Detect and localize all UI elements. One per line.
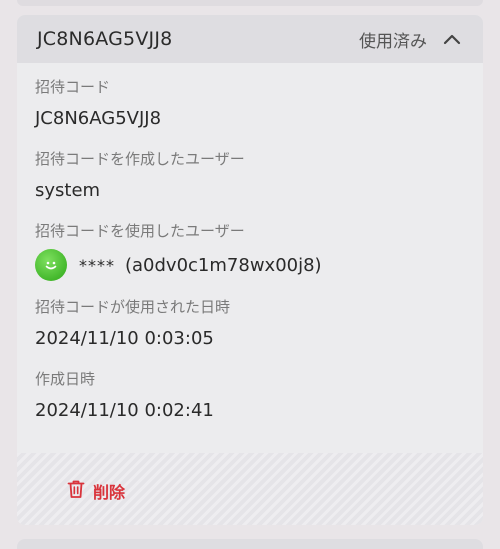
avatar [35, 249, 67, 281]
status-badge: 使用済み [359, 31, 427, 52]
user-label: 招待コードを使用したユーザー [35, 222, 245, 240]
card-footer: 削除 [17, 453, 483, 525]
card-title: JC8N6AG5VJJ8 [37, 28, 173, 50]
smile-icon [45, 261, 57, 270]
invite-code-card: JC8N6AG5VJJ8 使用済み 招待コード JC8N6AG5VJJ8 招待コ… [17, 15, 483, 525]
user-id: (a0dv0c1m78wx00j8) [125, 254, 322, 276]
trash-icon [67, 479, 85, 503]
invite-code-label: 招待コード [35, 78, 111, 96]
created-at-label: 作成日時 [35, 370, 96, 388]
used-by-user[interactable]: **** (a0dv0c1m78wx00j8) [35, 249, 465, 281]
previous-card-edge [17, 0, 483, 6]
delete-button[interactable]: 削除 [67, 479, 125, 503]
chevron-up-icon[interactable] [441, 28, 463, 50]
invite-code-value: JC8N6AG5VJJ8 [35, 108, 162, 129]
creator-label: 招待コードを作成したユーザー [35, 150, 245, 168]
user-name: **** [79, 255, 115, 275]
delete-label: 削除 [93, 483, 126, 502]
used-at-value: 2024/11/10 0:03:05 [35, 328, 214, 349]
next-card-edge [17, 539, 483, 549]
card-body: 招待コード JC8N6AG5VJJ8 招待コードを作成したユーザー system… [17, 63, 483, 423]
used-at-label: 招待コードが使用された日時 [35, 298, 231, 316]
creator-value: system [35, 180, 101, 201]
created-at-value: 2024/11/10 0:02:41 [35, 400, 214, 421]
page: JC8N6AG5VJJ8 使用済み 招待コード JC8N6AG5VJJ8 招待コ… [0, 0, 500, 549]
card-header[interactable]: JC8N6AG5VJJ8 使用済み [17, 15, 483, 63]
